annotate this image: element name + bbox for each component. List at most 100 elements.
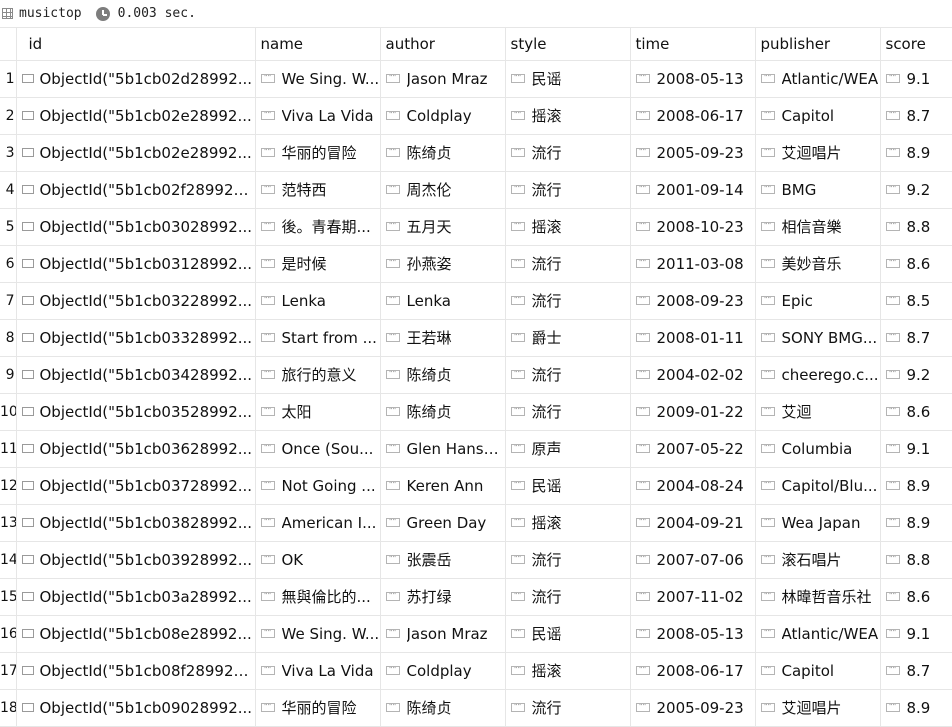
cell-style[interactable]: "" 民谣 bbox=[505, 615, 631, 653]
table-row[interactable]: 8 ObjectId("5b1cb03328992... "" Start from … bbox=[0, 319, 952, 357]
cell-name[interactable]: "" 华丽的冒险 bbox=[255, 689, 381, 727]
cell-time[interactable]: "" 2004-09-21 bbox=[630, 504, 756, 542]
table-row[interactable]: 13 ObjectId("5b1cb03828992... "" American I… bbox=[0, 504, 952, 542]
cell-time[interactable]: "" 2005-09-23 bbox=[630, 689, 756, 727]
table-row[interactable]: 14 ObjectId("5b1cb03928992... "" OK "" 张震岳 "" 流… bbox=[0, 541, 952, 579]
cell-time[interactable]: "" 2005-09-23 bbox=[630, 134, 756, 172]
cell-id[interactable]: ObjectId("5b1cb02e28992... bbox=[16, 97, 256, 135]
cell-publisher[interactable]: "" BMG bbox=[755, 171, 881, 209]
cell-name[interactable]: "" Lenka bbox=[255, 282, 381, 320]
cell-id[interactable]: ObjectId("5b1cb09028992... bbox=[16, 689, 256, 727]
cell-id[interactable]: ObjectId("5b1cb03428992... bbox=[16, 356, 256, 394]
table-row[interactable]: 7 ObjectId("5b1cb03228992... "" Lenka "" Lenk… bbox=[0, 282, 952, 320]
cell-publisher[interactable]: "" 艾迴唱片 bbox=[755, 689, 881, 727]
cell-style[interactable]: "" 流行 bbox=[505, 282, 631, 320]
cell-score[interactable]: "" 9.1 bbox=[880, 430, 952, 468]
cell-id[interactable]: ObjectId("5b1cb03a28992... bbox=[16, 578, 256, 616]
cell-score[interactable]: "" 8.7 bbox=[880, 652, 952, 690]
cell-score[interactable]: "" 8.8 bbox=[880, 541, 952, 579]
table-row[interactable]: 1 ObjectId("5b1cb02d28992... "" We Sing. W.… bbox=[0, 60, 952, 98]
cell-publisher[interactable]: "" Atlantic/WEA bbox=[755, 615, 881, 653]
table-row[interactable]: 6 ObjectId("5b1cb03128992... "" 是时候 "" 孙燕姿 "" 流… bbox=[0, 245, 952, 283]
table-row[interactable]: 9 ObjectId("5b1cb03428992... "" 旅行的意义 "" 陈绮贞 "… bbox=[0, 356, 952, 394]
column-header-name[interactable]: name bbox=[255, 28, 381, 61]
cell-style[interactable]: "" 流行 bbox=[505, 689, 631, 727]
cell-publisher[interactable]: "" cheerego.c... bbox=[755, 356, 881, 394]
cell-publisher[interactable]: "" Epic bbox=[755, 282, 881, 320]
cell-publisher[interactable]: "" 艾迴唱片 bbox=[755, 134, 881, 172]
cell-publisher[interactable]: "" Capitol/Blu... bbox=[755, 467, 881, 505]
cell-id[interactable]: ObjectId("5b1cb08e28992... bbox=[16, 615, 256, 653]
cell-time[interactable]: "" 2008-06-17 bbox=[630, 652, 756, 690]
cell-author[interactable]: "" 苏打绿 bbox=[380, 578, 506, 616]
cell-style[interactable]: "" 民谣 bbox=[505, 467, 631, 505]
cell-style[interactable]: "" 流行 bbox=[505, 393, 631, 431]
cell-publisher[interactable]: "" Capitol bbox=[755, 652, 881, 690]
cell-score[interactable]: "" 8.8 bbox=[880, 208, 952, 246]
cell-style[interactable]: "" 流行 bbox=[505, 171, 631, 209]
cell-time[interactable]: "" 2004-08-24 bbox=[630, 467, 756, 505]
cell-score[interactable]: "" 8.6 bbox=[880, 393, 952, 431]
cell-author[interactable]: "" 周杰伦 bbox=[380, 171, 506, 209]
cell-name[interactable]: "" Viva La Vida bbox=[255, 97, 381, 135]
cell-author[interactable]: "" Jason Mraz bbox=[380, 60, 506, 98]
cell-score[interactable]: "" 9.2 bbox=[880, 171, 952, 209]
cell-score[interactable]: "" 8.5 bbox=[880, 282, 952, 320]
table-row[interactable]: 15ObjectId("5b1cb03a28992...""無與倫比的...""… bbox=[0, 578, 952, 616]
cell-score[interactable]: "" 9.1 bbox=[880, 615, 952, 653]
cell-time[interactable]: "" 2004-02-02 bbox=[630, 356, 756, 394]
cell-id[interactable]: ObjectId("5b1cb03328992... bbox=[16, 319, 256, 357]
table-row[interactable]: 4 ObjectId("5b1cb02f289923... "" 范特西 "" 周杰伦 ""… bbox=[0, 171, 952, 209]
cell-time[interactable]: "" 2008-05-13 bbox=[630, 60, 756, 98]
cell-id[interactable]: ObjectId("5b1cb03028992... bbox=[16, 208, 256, 246]
cell-author[interactable]: "" Coldplay bbox=[380, 652, 506, 690]
cell-score[interactable]: "" 8.9 bbox=[880, 134, 952, 172]
cell-name[interactable]: "" Not Going ... bbox=[255, 467, 381, 505]
cell-publisher[interactable]: "" Capitol bbox=[755, 97, 881, 135]
cell-author[interactable]: "" 张震岳 bbox=[380, 541, 506, 579]
cell-style[interactable]: "" 摇滚 bbox=[505, 504, 631, 542]
cell-time[interactable]: "" 2008-05-13 bbox=[630, 615, 756, 653]
table-row[interactable]: 18 ObjectId("5b1cb09028992... "" 华丽的冒险 "" 陈绮贞… bbox=[0, 689, 952, 727]
cell-time[interactable]: "" 2007-07-06 bbox=[630, 541, 756, 579]
table-row[interactable]: 11 ObjectId("5b1cb03628992... "" Once (Sou.… bbox=[0, 430, 952, 468]
cell-publisher[interactable]: "" 滚石唱片 bbox=[755, 541, 881, 579]
cell-id[interactable]: ObjectId("5b1cb03828992... bbox=[16, 504, 256, 542]
cell-publisher[interactable]: "" Columbia bbox=[755, 430, 881, 468]
cell-author[interactable]: "" Coldplay bbox=[380, 97, 506, 135]
cell-publisher[interactable]: "" 林暐哲音乐社 bbox=[755, 578, 881, 616]
cell-publisher[interactable]: "" SONY BMG... bbox=[755, 319, 881, 357]
cell-score[interactable]: "" 8.7 bbox=[880, 97, 952, 135]
cell-author[interactable]: "" 陈绮贞 bbox=[380, 134, 506, 172]
cell-time[interactable]: "" 2008-06-17 bbox=[630, 97, 756, 135]
cell-score[interactable]: "" 8.6 bbox=[880, 245, 952, 283]
cell-style[interactable]: "" 原声 bbox=[505, 430, 631, 468]
cell-id[interactable]: ObjectId("5b1cb03728992... bbox=[16, 467, 256, 505]
cell-time[interactable]: "" 2009-01-22 bbox=[630, 393, 756, 431]
cell-style[interactable]: "" 流行 bbox=[505, 541, 631, 579]
cell-id[interactable]: ObjectId("5b1cb03228992... bbox=[16, 282, 256, 320]
cell-name[interactable]: "" Start from ... bbox=[255, 319, 381, 357]
column-header-author[interactable]: author bbox=[380, 28, 506, 61]
cell-time[interactable]: "" 2008-01-11 bbox=[630, 319, 756, 357]
cell-id[interactable]: ObjectId("5b1cb03928992... bbox=[16, 541, 256, 579]
cell-name[interactable]: "" Viva La Vida bbox=[255, 652, 381, 690]
cell-name[interactable]: "" 太阳 bbox=[255, 393, 381, 431]
cell-time[interactable]: "" 2007-11-02 bbox=[630, 578, 756, 616]
table-row[interactable]: 16 ObjectId("5b1cb08e28992... "" We Sing. W… bbox=[0, 615, 952, 653]
column-header-publisher[interactable]: publisher bbox=[755, 28, 881, 61]
cell-author[interactable]: "" Keren Ann bbox=[380, 467, 506, 505]
column-header-style[interactable]: style bbox=[505, 28, 631, 61]
cell-author[interactable]: "" Lenka bbox=[380, 282, 506, 320]
cell-score[interactable]: "" 9.2 bbox=[880, 356, 952, 394]
cell-time[interactable]: "" 2011-03-08 bbox=[630, 245, 756, 283]
cell-score[interactable]: "" 8.9 bbox=[880, 504, 952, 542]
cell-name[interactable]: "" 旅行的意义 bbox=[255, 356, 381, 394]
column-header-score[interactable]: score bbox=[880, 28, 952, 61]
cell-time[interactable]: "" 2001-09-14 bbox=[630, 171, 756, 209]
cell-style[interactable]: "" 流行 bbox=[505, 134, 631, 172]
cell-author[interactable]: "" 孙燕姿 bbox=[380, 245, 506, 283]
cell-style[interactable]: "" 流行 bbox=[505, 356, 631, 394]
column-header-time[interactable]: time bbox=[630, 28, 756, 61]
cell-style[interactable]: "" 流行 bbox=[505, 245, 631, 283]
